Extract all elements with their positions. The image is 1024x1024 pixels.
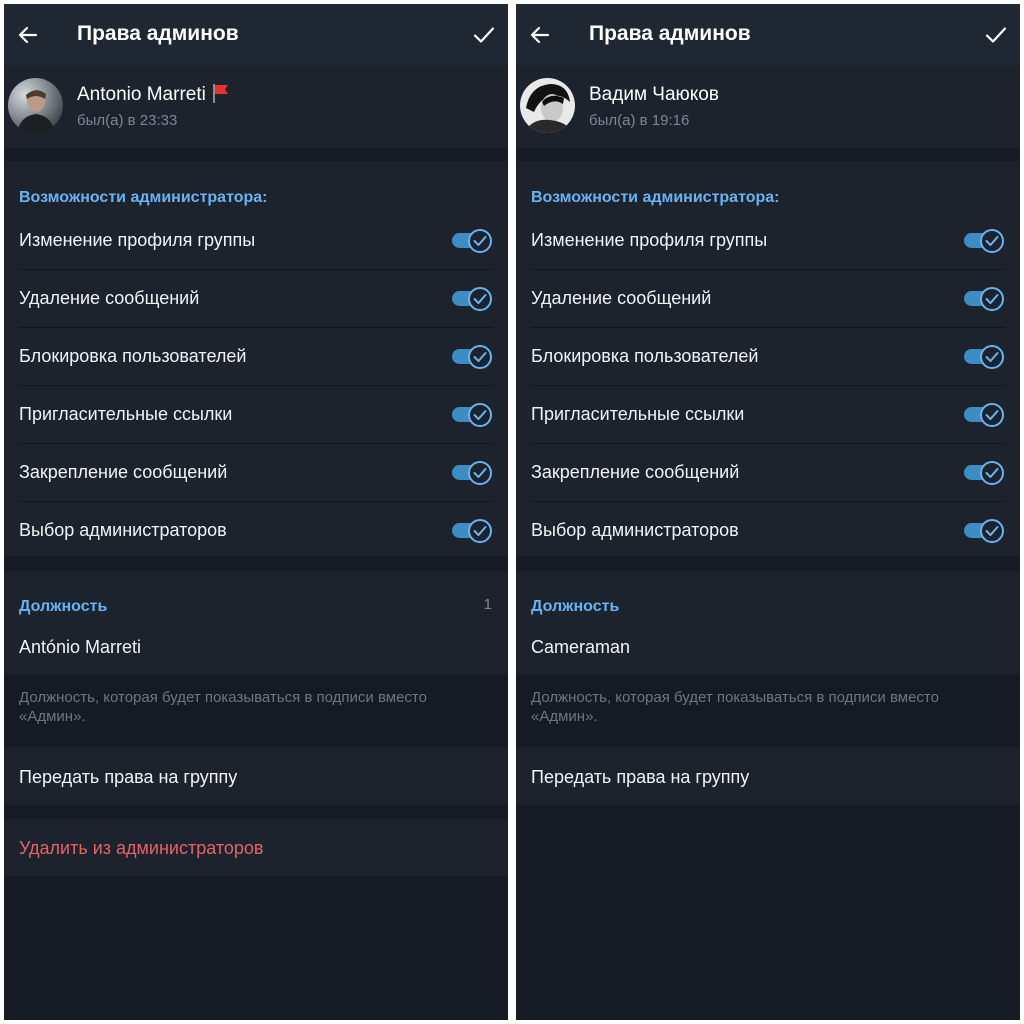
right-toggle[interactable] xyxy=(452,461,492,485)
right-label: Закрепление сообщений xyxy=(19,462,228,482)
right-label: Удаление сообщений xyxy=(531,288,712,308)
position-title-input[interactable]: António Marreti xyxy=(19,635,141,659)
position-title-input[interactable]: Cameraman xyxy=(531,635,630,659)
admin-rights-section: Возможности администратора: Изменение пр… xyxy=(4,161,508,556)
right-change-group-info[interactable]: Изменение профиля группы xyxy=(516,212,1020,270)
right-label: Закрепление сообщений xyxy=(531,462,740,482)
right-add-admins[interactable]: Выбор администраторов xyxy=(4,502,508,560)
right-delete-messages[interactable]: Удаление сообщений xyxy=(516,270,1020,328)
user-name: Antonio Marreti xyxy=(77,83,230,107)
char-counter: 1 xyxy=(483,596,492,613)
right-toggle[interactable] xyxy=(452,345,492,369)
page-title: Права админов xyxy=(589,22,751,45)
right-pin-messages[interactable]: Закрепление сообщений xyxy=(516,444,1020,502)
dismiss-admin-button[interactable]: Удалить из администраторов xyxy=(4,819,508,876)
right-pin-messages[interactable]: Закрепление сообщений xyxy=(4,444,508,502)
admin-rights-section: Возможности администратора: Изменение пр… xyxy=(516,161,1020,556)
admin-rights-header: Возможности администратора: xyxy=(19,189,268,206)
right-label: Изменение профиля группы xyxy=(19,230,256,250)
right-toggle[interactable] xyxy=(964,403,1004,427)
right-invite-links[interactable]: Пригласительные ссылки xyxy=(516,386,1020,444)
right-ban-users[interactable]: Блокировка пользователей xyxy=(516,328,1020,386)
right-toggle[interactable] xyxy=(964,345,1004,369)
transfer-ownership-label: Передать права на группу xyxy=(19,767,238,787)
admin-rights-header: Возможности администратора: xyxy=(531,189,780,206)
back-arrow-icon[interactable] xyxy=(528,23,552,47)
right-invite-links[interactable]: Пригласительные ссылки xyxy=(4,386,508,444)
save-check-icon[interactable] xyxy=(984,23,1008,47)
save-check-icon[interactable] xyxy=(472,23,496,47)
right-label: Выбор администраторов xyxy=(531,520,739,540)
transfer-ownership-label: Передать права на группу xyxy=(531,767,750,787)
transfer-ownership-button[interactable]: Передать права на группу xyxy=(516,747,1020,805)
position-header: Должность xyxy=(19,598,108,615)
page-title: Права админов xyxy=(77,22,239,45)
admin-rights-screen-right: Права админов Вадим Чаюков был(а) в 19:1… xyxy=(516,4,1020,1020)
right-toggle[interactable] xyxy=(964,287,1004,311)
right-delete-messages[interactable]: Удаление сообщений xyxy=(4,270,508,328)
user-last-seen: был(а) в 19:16 xyxy=(589,112,690,129)
right-toggle[interactable] xyxy=(452,229,492,253)
right-ban-users[interactable]: Блокировка пользователей xyxy=(4,328,508,386)
position-section: Должность Cameraman xyxy=(516,571,1020,674)
right-toggle[interactable] xyxy=(452,403,492,427)
user-card[interactable]: Вадим Чаюков был(а) в 19:16 xyxy=(516,66,1020,148)
user-last-seen: был(а) в 23:33 xyxy=(77,112,178,129)
right-label: Пригласительные ссылки xyxy=(531,404,745,424)
admin-rights-screen-left: Права админов Antonio Marreti был(а) в 2… xyxy=(4,4,508,1020)
position-header: Должность xyxy=(531,598,620,615)
right-toggle[interactable] xyxy=(452,287,492,311)
position-hint: Должность, которая будет показываться в … xyxy=(531,689,939,725)
user-card[interactable]: Antonio Marreti был(а) в 23:33 xyxy=(4,66,508,148)
right-toggle[interactable] xyxy=(964,229,1004,253)
avatar[interactable] xyxy=(8,78,63,133)
position-hint: Должность, которая будет показываться в … xyxy=(19,689,427,725)
right-label: Изменение профиля группы xyxy=(531,230,768,250)
transfer-ownership-button[interactable]: Передать права на группу xyxy=(4,747,508,805)
user-name: Вадим Чаюков xyxy=(589,84,719,105)
right-add-admins[interactable]: Выбор администраторов xyxy=(516,502,1020,560)
right-label: Удаление сообщений xyxy=(19,288,200,308)
app-bar: Права админов xyxy=(516,4,1020,66)
right-toggle[interactable] xyxy=(452,519,492,543)
right-change-group-info[interactable]: Изменение профиля группы xyxy=(4,212,508,270)
right-label: Пригласительные ссылки xyxy=(19,404,233,424)
right-toggle[interactable] xyxy=(964,519,1004,543)
app-bar: Права админов xyxy=(4,4,508,66)
red-flag-icon xyxy=(212,83,228,103)
right-label: Блокировка пользователей xyxy=(531,346,759,366)
position-section: Должность 1 António Marreti xyxy=(4,571,508,674)
dismiss-admin-label: Удалить из администраторов xyxy=(19,838,264,858)
avatar[interactable] xyxy=(520,78,575,133)
back-arrow-icon[interactable] xyxy=(16,23,40,47)
right-label: Выбор администраторов xyxy=(19,520,227,540)
right-toggle[interactable] xyxy=(964,461,1004,485)
right-label: Блокировка пользователей xyxy=(19,346,247,366)
